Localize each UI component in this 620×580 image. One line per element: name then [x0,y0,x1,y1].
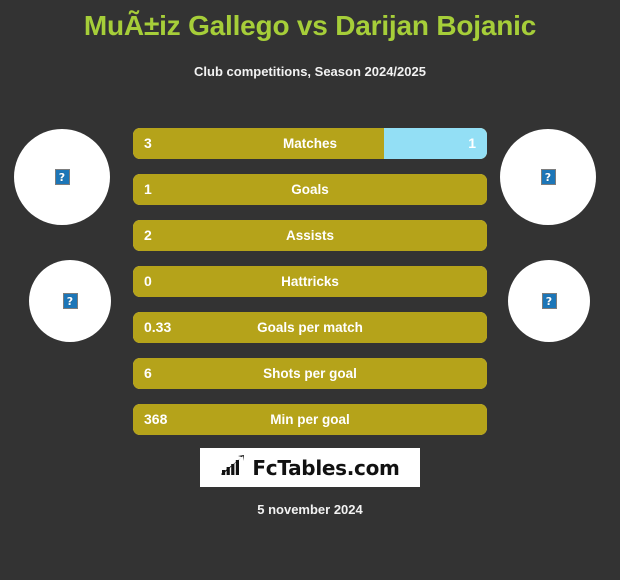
stat-row-min-per-goal: 368 Min per goal [133,404,487,435]
broken-image-icon: ? [541,293,557,309]
away-player-photo: ? [500,129,596,225]
stat-bar-home-fill [133,128,385,159]
stat-value-home: 2 [144,227,152,243]
broken-image-icon: ? [54,169,70,185]
page-title: MuÃ±iz Gallego vs Darijan Bojanic [83,10,537,41]
stat-row-shots-per-goal: 6 Shots per goal [133,358,487,389]
broken-image-icon: ? [540,169,556,185]
home-player-photo: ? [14,129,110,225]
stat-row-goals-per-match: 0.33 Goals per match [133,312,487,343]
fctables-logo-text: FcTables.com [252,455,400,480]
page-subtitle: Club competitions, Season 2024/2025 [194,64,426,79]
broken-image-question-mark: ? [545,294,553,308]
stat-value-home: 368 [144,411,168,427]
stat-value-away: 1 [468,135,476,151]
stat-row-assists: 2 Assists [133,220,487,251]
broken-image-question-mark: ? [66,294,74,308]
away-team-logo: ? [508,260,590,342]
stat-bar-home-fill [133,312,487,343]
stat-value-home: 6 [144,365,152,381]
generated-date: 5 november 2024 [257,502,363,517]
broken-image-icon: ? [62,293,78,309]
stat-row-goals: 1 Goals [133,174,487,205]
stat-bar-home-fill [133,174,487,205]
stat-value-home: 0 [144,273,152,289]
stat-bar-home-fill [133,220,487,251]
bar-chart-icon [220,454,246,481]
stat-value-home: 1 [144,181,152,197]
stat-bar-list: 3 Matches 1 1 Goals 2 Assists 0 Hattrick… [133,128,487,450]
stat-bar-home-fill [133,266,487,297]
stat-row-hattricks: 0 Hattricks [133,266,487,297]
stat-value-home: 0.33 [144,319,172,335]
broken-image-question-mark: ? [544,170,552,184]
stat-bar-home-fill [133,358,487,389]
fctables-logo[interactable]: FcTables.com [200,448,420,487]
stat-value-home: 3 [144,135,152,151]
broken-image-question-mark: ? [58,170,66,184]
home-team-logo: ? [29,260,111,342]
stat-bar-home-fill [133,404,487,435]
stat-comparison-card: MuÃ±iz Gallego vs Darijan Bojanic Club c… [0,0,620,580]
stat-row-matches: 3 Matches 1 [133,128,487,159]
